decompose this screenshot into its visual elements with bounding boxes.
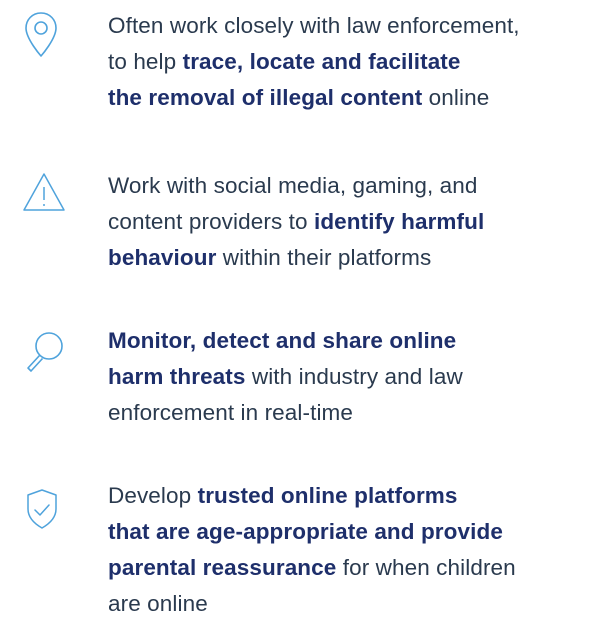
text-run: Work with social media, gaming, and	[108, 173, 478, 198]
feature-text: Often work closely with law enforcement,…	[108, 8, 608, 116]
text-run: are online	[108, 591, 208, 616]
text-line: Often work closely with law enforcement,	[108, 8, 608, 44]
text-run: with industry and law	[245, 364, 463, 389]
warning-triangle-icon	[22, 171, 65, 211]
bold-text-run: identify harmful	[313, 209, 485, 234]
text-line: Develop trusted online platforms	[108, 478, 608, 514]
text-line: harm threats with industry and law	[108, 359, 608, 395]
text-line: behaviour within their platforms	[108, 240, 608, 276]
text-line: enforcement in real-time	[108, 395, 608, 431]
text-line: to help trace, locate and facilitate	[108, 44, 608, 80]
bold-text-run: behaviour	[108, 245, 217, 270]
bold-text-run: trusted online platforms	[197, 483, 458, 508]
text-line: Work with social media, gaming, and	[108, 168, 608, 204]
text-run: Develop	[108, 483, 198, 508]
bold-text-run: Monitor, detect and share online	[108, 328, 457, 353]
text-run: to help	[108, 49, 183, 74]
shield-check-icon	[22, 487, 60, 529]
text-line: the removal of illegal content online	[108, 80, 608, 116]
feature-text: Work with social media, gaming, and conte…	[108, 168, 608, 276]
text-line: content providers to identify harmful	[108, 204, 608, 240]
magnifier-icon	[22, 330, 63, 372]
text-run: for when children	[336, 555, 516, 580]
bold-text-run: trace, locate and facilitate	[182, 49, 461, 74]
bold-text-run: parental reassurance	[108, 555, 337, 580]
text-run: content providers to	[108, 209, 314, 234]
text-run: within their platforms	[216, 245, 432, 270]
feature-text: Develop trusted online platforms that are…	[108, 478, 608, 622]
location-pin-icon	[22, 10, 60, 57]
text-line: Monitor, detect and share online	[108, 323, 608, 359]
text-line: are online	[108, 586, 608, 622]
feature-text: Monitor, detect and share online harm thr…	[108, 323, 608, 431]
text-run: enforcement in real-time	[108, 400, 353, 425]
text-line: parental reassurance for when children	[108, 550, 608, 586]
text-line: that are age-appropriate and provide	[108, 514, 608, 550]
bold-text-run: harm threats	[108, 364, 246, 389]
bold-text-run: the removal of illegal content	[108, 85, 423, 110]
text-run: online	[422, 85, 490, 110]
bold-text-run: that are age-appropriate and provide	[108, 519, 503, 544]
text-run: Often work closely with law enforcement,	[108, 13, 520, 38]
